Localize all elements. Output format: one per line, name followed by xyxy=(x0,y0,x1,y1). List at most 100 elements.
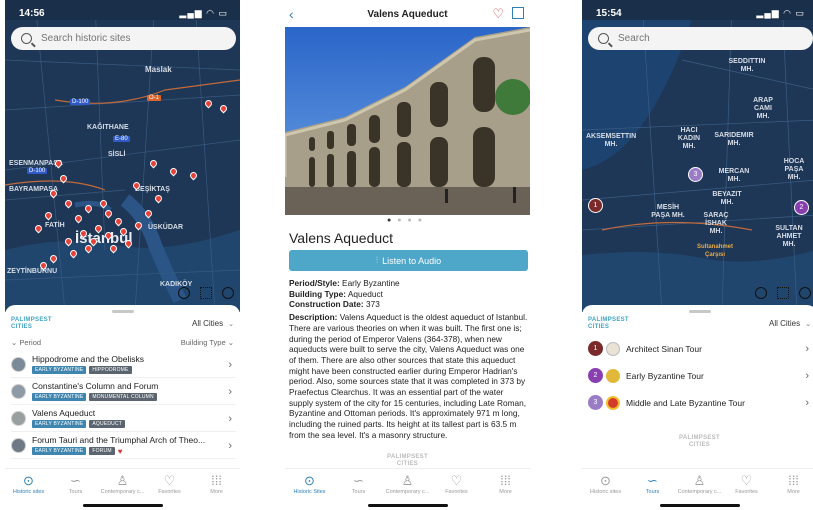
map-label: SARIDEMIR MH. xyxy=(714,132,754,147)
screen-tours-map: 15:54 ▂▄▆ ◠ ▭ SEDDITTIN MH. ARAP CAMI MH… xyxy=(582,0,813,510)
tour-marker-1[interactable]: 1 xyxy=(588,198,603,213)
detail-header: ‹ Valens Aqueduct ♡ xyxy=(285,0,530,28)
tour-item[interactable]: 3 Middle and Late Byzantine Tour › xyxy=(588,389,813,416)
period-value: Early Byzantine xyxy=(342,278,400,288)
map-icon[interactable] xyxy=(512,7,524,19)
grid-icon: ⁞⁞⁞ xyxy=(211,473,222,488)
period-tag: EARLY BYZANTINE xyxy=(32,393,87,401)
tour-item[interactable]: 2 Early Byzantine Tour › xyxy=(588,362,813,389)
home-indicator xyxy=(82,504,163,507)
pin-icon: ⊙ xyxy=(600,473,611,488)
type-label: Building Type: xyxy=(289,288,346,299)
site-title: Valens Aqueduct xyxy=(32,408,96,418)
location-off-icon[interactable] xyxy=(755,287,767,299)
map-label: HOCA PAŞA MH. xyxy=(783,158,805,181)
tour-number: 1 xyxy=(588,341,603,356)
search-input[interactable] xyxy=(618,33,798,44)
heart-icon: ♡ xyxy=(450,473,463,488)
chevron-down-icon: ⌄ xyxy=(805,321,811,328)
period-label: Period/Style: xyxy=(289,278,340,288)
map-label: Sultanahmet Çarşısı xyxy=(696,244,733,258)
tab-label: Tours xyxy=(351,489,366,495)
tab-historic-sites[interactable]: ⊙ Historic Sites xyxy=(285,473,334,510)
tab-more[interactable]: ⁞⁞⁞ More xyxy=(481,473,530,510)
road-badge: E-80 xyxy=(113,136,130,142)
tab-more[interactable]: ⁞⁞⁞ More xyxy=(770,473,813,510)
locate-icon[interactable] xyxy=(222,287,234,299)
location-off-icon[interactable] xyxy=(178,287,190,299)
site-name: Valens Aqueduct xyxy=(289,230,394,246)
sheet-handle[interactable] xyxy=(688,310,711,313)
list-item[interactable]: Valens Aqueduct EARLY BYZANTINE AQUEDUCT … xyxy=(11,405,236,432)
type-tag: MONUMENTAL COLUMN xyxy=(89,393,157,401)
tour-marker-2[interactable]: 2 xyxy=(794,200,809,215)
period-filter[interactable]: ⌄ Period xyxy=(11,338,41,347)
tour-item[interactable]: 1 Architect Sinan Tour › xyxy=(588,335,813,362)
city-dropdown[interactable]: All Cities ⌄ xyxy=(192,319,234,328)
screen-site-detail: ‹ Valens Aqueduct ♡ ●●●● Valens Aqueduct… xyxy=(285,0,530,510)
photo-pager[interactable]: ●●●● xyxy=(285,217,530,224)
audio-wave-icon: ⫶ xyxy=(375,255,379,265)
tab-label: Tours xyxy=(68,489,83,495)
favorite-heart-icon[interactable]: ♡ xyxy=(492,6,504,22)
heart-icon: ♡ xyxy=(163,473,176,488)
locate-icon[interactable] xyxy=(799,287,811,299)
map-label: HACI KADIN MH. xyxy=(677,127,701,150)
tour-name: Middle and Late Byzantine Tour xyxy=(626,397,745,408)
pin-icon: ⊙ xyxy=(304,473,315,488)
list-item[interactable]: Hippodrome and the Obelisks EARLY BYZANT… xyxy=(11,351,236,378)
list-item[interactable]: Constantine's Column and Forum EARLY BYZ… xyxy=(11,378,236,405)
architect-icon xyxy=(606,341,620,356)
tour-number: 3 xyxy=(588,395,603,410)
building-type-filter[interactable]: Building Type ⌄ xyxy=(181,338,234,347)
listen-audio-button[interactable]: ⫶ Listen to Audio xyxy=(289,250,528,271)
grid-icon[interactable] xyxy=(777,287,789,299)
chevron-right-icon: › xyxy=(228,413,232,425)
search-input[interactable] xyxy=(41,33,221,44)
site-thumbnail xyxy=(11,356,26,372)
listen-audio-label: Listen to Audio xyxy=(382,255,442,266)
tab-more[interactable]: ⁞⁞⁞ More xyxy=(193,473,240,510)
building-type-filter-label: Building Type xyxy=(180,338,226,347)
tab-historic-sites[interactable]: ⊙ Historic sites xyxy=(582,473,629,510)
favorite-heart-icon[interactable]: ♥ xyxy=(118,447,123,456)
sheet-handle[interactable] xyxy=(111,310,134,313)
person-icon: ♙ xyxy=(693,473,706,488)
pin-icon: ⊙ xyxy=(23,473,34,488)
description-text: Valens Aqueduct is the oldest aqueduct o… xyxy=(289,312,528,440)
city-dropdown[interactable]: All Cities ⌄ xyxy=(769,319,811,328)
tab-label: Contemporary c... xyxy=(385,489,430,495)
cross-flag-icon xyxy=(606,395,620,410)
chevron-right-icon: › xyxy=(228,386,232,398)
map-view[interactable]: 14:56 ▂▄▆ ◠ ▭ Maslak KAĞITHANE SİSLİ ESE… xyxy=(5,0,240,312)
map-label: KAĞITHANE xyxy=(87,124,129,131)
site-photo[interactable] xyxy=(285,27,530,215)
chevron-right-icon: › xyxy=(805,343,809,355)
map-view[interactable]: 15:54 ▂▄▆ ◠ ▭ SEDDITTIN MH. ARAP CAMI MH… xyxy=(582,0,813,312)
brand-logo: PALIMPSEST CITIES xyxy=(11,317,52,330)
search-bar[interactable] xyxy=(11,27,236,50)
status-indicators: ▂▄▆ ◠ ▭ xyxy=(179,8,228,18)
type-tag: HIPPODROME xyxy=(89,366,132,374)
site-thumbnail xyxy=(11,437,26,453)
tour-name: Architect Sinan Tour xyxy=(626,343,702,354)
back-chevron-icon[interactable]: ‹ xyxy=(289,6,294,22)
search-bar[interactable] xyxy=(588,27,813,50)
list-item[interactable]: Forum Tauri and the Triumphal Arch of Th… xyxy=(11,432,236,459)
brand-logo: PALIMPSEST CITIES xyxy=(588,317,629,330)
date-label: Construction Date: xyxy=(289,299,364,310)
screen-historic-sites-map: 14:56 ▂▄▆ ◠ ▭ Maslak KAĞITHANE SİSLİ ESE… xyxy=(5,0,240,510)
period-tag: EARLY BYZANTINE xyxy=(32,420,87,428)
map-label: FATİH xyxy=(45,222,65,229)
grid-icon[interactable] xyxy=(200,287,212,299)
byzantine-icon xyxy=(606,368,620,383)
search-icon xyxy=(21,33,32,44)
route-icon: ∽ xyxy=(647,473,658,488)
site-title: Constantine's Column and Forum xyxy=(32,381,159,391)
tour-marker-3[interactable]: 3 xyxy=(688,167,703,182)
map-label: SİSLİ xyxy=(108,151,126,158)
route-icon: ∽ xyxy=(70,473,81,488)
tab-label: Contemporary c... xyxy=(100,489,145,495)
tab-historic-sites[interactable]: ⊙ Historic sites xyxy=(5,473,52,510)
page-title: Valens Aqueduct xyxy=(367,8,448,20)
